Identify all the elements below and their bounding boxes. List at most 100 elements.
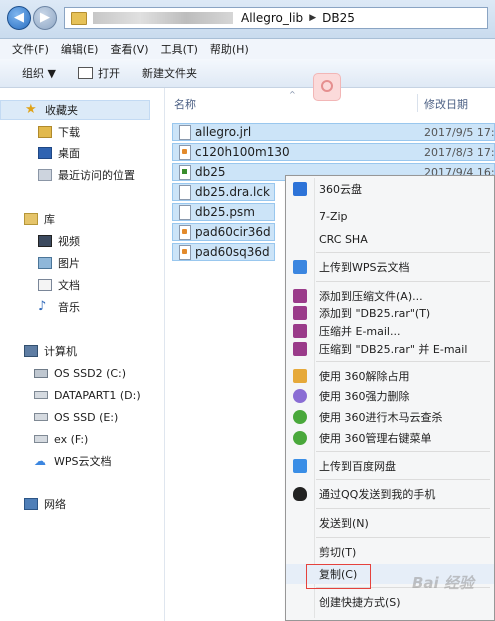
file-row[interactable]: allegro.jrl 2017/9/5 17: xyxy=(172,123,495,141)
sidebar-library-label: 库 xyxy=(44,213,55,226)
menu-item-baidu-upload[interactable]: 上传到百度网盘 xyxy=(286,456,494,476)
sidebar-item-label: ex (F:) xyxy=(54,432,89,446)
menu-view[interactable]: 查看(V) xyxy=(110,41,148,57)
organize-button[interactable]: 组织 ▼ xyxy=(22,65,56,81)
breadcrumb-separator-icon[interactable]: ▶ xyxy=(309,13,316,23)
breadcrumb-allegro-lib[interactable]: Allegro_lib xyxy=(241,11,303,25)
menu-item-crc-sha[interactable]: CRC SHA xyxy=(286,229,494,249)
menu-item-wps-upload[interactable]: 上传到WPS云文档 xyxy=(286,257,494,277)
menu-item-send-to[interactable]: 发送到(N) xyxy=(286,513,494,533)
sort-arrow-icon: ^ xyxy=(289,90,296,99)
sidebar-item-label: 音乐 xyxy=(58,301,80,314)
star-icon: ★ xyxy=(25,102,37,117)
sidebar-item-drive-d[interactable]: DATAPART1 (D:) xyxy=(34,385,141,405)
search-icon xyxy=(313,73,341,101)
sidebar-item-label: 最近访问的位置 xyxy=(58,169,135,182)
unlock-360-icon xyxy=(293,369,307,383)
file-row[interactable]: db25.psm xyxy=(172,203,275,221)
sidebar-item-documents[interactable]: 文档 xyxy=(38,275,80,295)
sidebar-item-recent[interactable]: 最近访问的位置 xyxy=(38,165,135,185)
blurred-path xyxy=(93,12,233,24)
drive-icon xyxy=(34,391,48,399)
sidebar-item-drive-f[interactable]: ex (F:) xyxy=(34,429,88,449)
column-header-name[interactable]: 名称 xyxy=(174,96,196,112)
menu-file[interactable]: 文件(F) xyxy=(12,41,49,57)
sidebar-item-downloads[interactable]: 下载 xyxy=(38,122,80,142)
menu-edit[interactable]: 编辑(E) xyxy=(61,41,99,57)
menu-item-360-scan[interactable]: 使用 360进行木马云查杀 xyxy=(286,407,494,427)
file-row[interactable]: pad60sq36d xyxy=(172,243,275,261)
menu-item-qq-send[interactable]: 通过QQ发送到我的手机 xyxy=(286,484,494,504)
sidebar-item-drive-e[interactable]: OS SSD (E:) xyxy=(34,407,118,427)
baidu-netdisk-icon xyxy=(293,459,307,473)
manage-360-icon xyxy=(293,431,307,445)
shred-360-icon xyxy=(293,389,307,403)
back-icon[interactable]: ◀ xyxy=(7,6,31,30)
folder-icon xyxy=(71,11,87,25)
sidebar-item-label: 桌面 xyxy=(58,147,80,160)
menu-item-360-cloud[interactable]: 360云盘 xyxy=(286,179,494,199)
sidebar-item-pictures[interactable]: 图片 xyxy=(38,253,80,273)
pad-file-icon xyxy=(179,224,191,240)
address-bar[interactable]: Allegro_lib ▶ DB25 xyxy=(64,7,488,29)
menu-item-360-manage[interactable]: 使用 360管理右键菜单 xyxy=(286,428,494,448)
menu-item-360-unlock[interactable]: 使用 360解除占用 xyxy=(286,366,494,386)
sidebar-favorites-label: 收藏夹 xyxy=(45,104,78,117)
board-file-icon xyxy=(179,164,191,180)
menu-item-360-shred[interactable]: 使用 360强力删除 xyxy=(286,386,494,406)
menu-separator xyxy=(316,537,490,538)
navigation-pane: ★ 收藏夹 下载 桌面 最近访问的位置 库 视频 图片 文档 ♪ 音乐 计算机 … xyxy=(0,88,165,621)
documents-icon xyxy=(38,279,52,291)
breadcrumb-db25[interactable]: DB25 xyxy=(322,11,355,25)
forward-icon[interactable]: ▶ xyxy=(33,6,57,30)
copy-highlight-box xyxy=(306,564,371,589)
menu-help[interactable]: 帮助(H) xyxy=(210,41,249,57)
file-row[interactable]: db25.dra.lck xyxy=(172,183,275,201)
sidebar-item-videos[interactable]: 视频 xyxy=(38,231,80,251)
context-menu: 360云盘 7-Zip CRC SHA 上传到WPS云文档 添加到压缩文件(A)… xyxy=(285,175,495,621)
menu-separator xyxy=(316,479,490,480)
menu-item-compress-db25-email[interactable]: 压缩到 "DB25.rar" 并 E-mail xyxy=(286,339,494,359)
sidebar-item-drive-c[interactable]: OS SSD2 (C:) xyxy=(34,363,126,383)
menu-item-cut[interactable]: 剪切(T) xyxy=(286,542,494,562)
wps-cloud-icon xyxy=(293,260,307,274)
drive-icon xyxy=(34,413,48,421)
menu-item-create-shortcut[interactable]: 创建快捷方式(S) xyxy=(286,592,494,612)
open-label: 打开 xyxy=(97,67,120,80)
sidebar-favorites[interactable]: ★ 收藏夹 xyxy=(0,100,150,120)
open-icon xyxy=(77,67,93,79)
column-divider[interactable] xyxy=(417,94,418,112)
sidebar-item-music[interactable]: ♪ 音乐 xyxy=(38,297,80,317)
sidebar-library[interactable]: 库 xyxy=(24,209,55,229)
new-folder-button[interactable]: 新建文件夹 xyxy=(142,65,197,81)
sidebar-item-desktop[interactable]: 桌面 xyxy=(38,143,80,163)
file-name: c120h100m130 xyxy=(195,145,290,159)
desktop-icon xyxy=(38,147,52,159)
music-icon: ♪ xyxy=(38,299,47,314)
sidebar-computer[interactable]: 计算机 xyxy=(24,341,77,361)
menu-tools[interactable]: 工具(T) xyxy=(161,41,198,57)
winrar-icon xyxy=(293,306,307,320)
menu-item-7zip[interactable]: 7-Zip xyxy=(286,206,494,226)
menu-item-compress-email[interactable]: 压缩并 E-mail... xyxy=(286,321,494,341)
watermark: Bai 经验 xyxy=(412,574,474,592)
sidebar-network[interactable]: 网络 xyxy=(24,494,66,514)
menu-item-add-db25-rar[interactable]: 添加到 "DB25.rar"(T) xyxy=(286,303,494,323)
pictures-icon xyxy=(38,257,52,269)
cloud-360-icon xyxy=(293,182,307,196)
menu-separator xyxy=(316,361,490,362)
file-row[interactable]: pad60cir36d xyxy=(172,223,275,241)
file-date: 2017/8/3 17: xyxy=(424,145,495,159)
sidebar-item-wps-cloud[interactable]: ☁ WPS云文档 xyxy=(34,451,112,471)
file-icon xyxy=(179,124,191,140)
file-row[interactable]: c120h100m130 2017/8/3 17: xyxy=(172,143,495,161)
winrar-icon xyxy=(293,289,307,303)
menu-bar: 文件(F) 编辑(E) 查看(V) 工具(T) 帮助(H) xyxy=(0,39,495,59)
column-header-date[interactable]: 修改日期 xyxy=(424,96,468,112)
network-icon xyxy=(24,498,38,510)
sidebar-computer-label: 计算机 xyxy=(44,345,77,358)
open-button[interactable]: 打开 xyxy=(77,65,120,81)
file-name: db25.dra.lck xyxy=(195,185,270,199)
file-name: allegro.jrl xyxy=(195,125,252,139)
computer-icon xyxy=(24,345,38,357)
